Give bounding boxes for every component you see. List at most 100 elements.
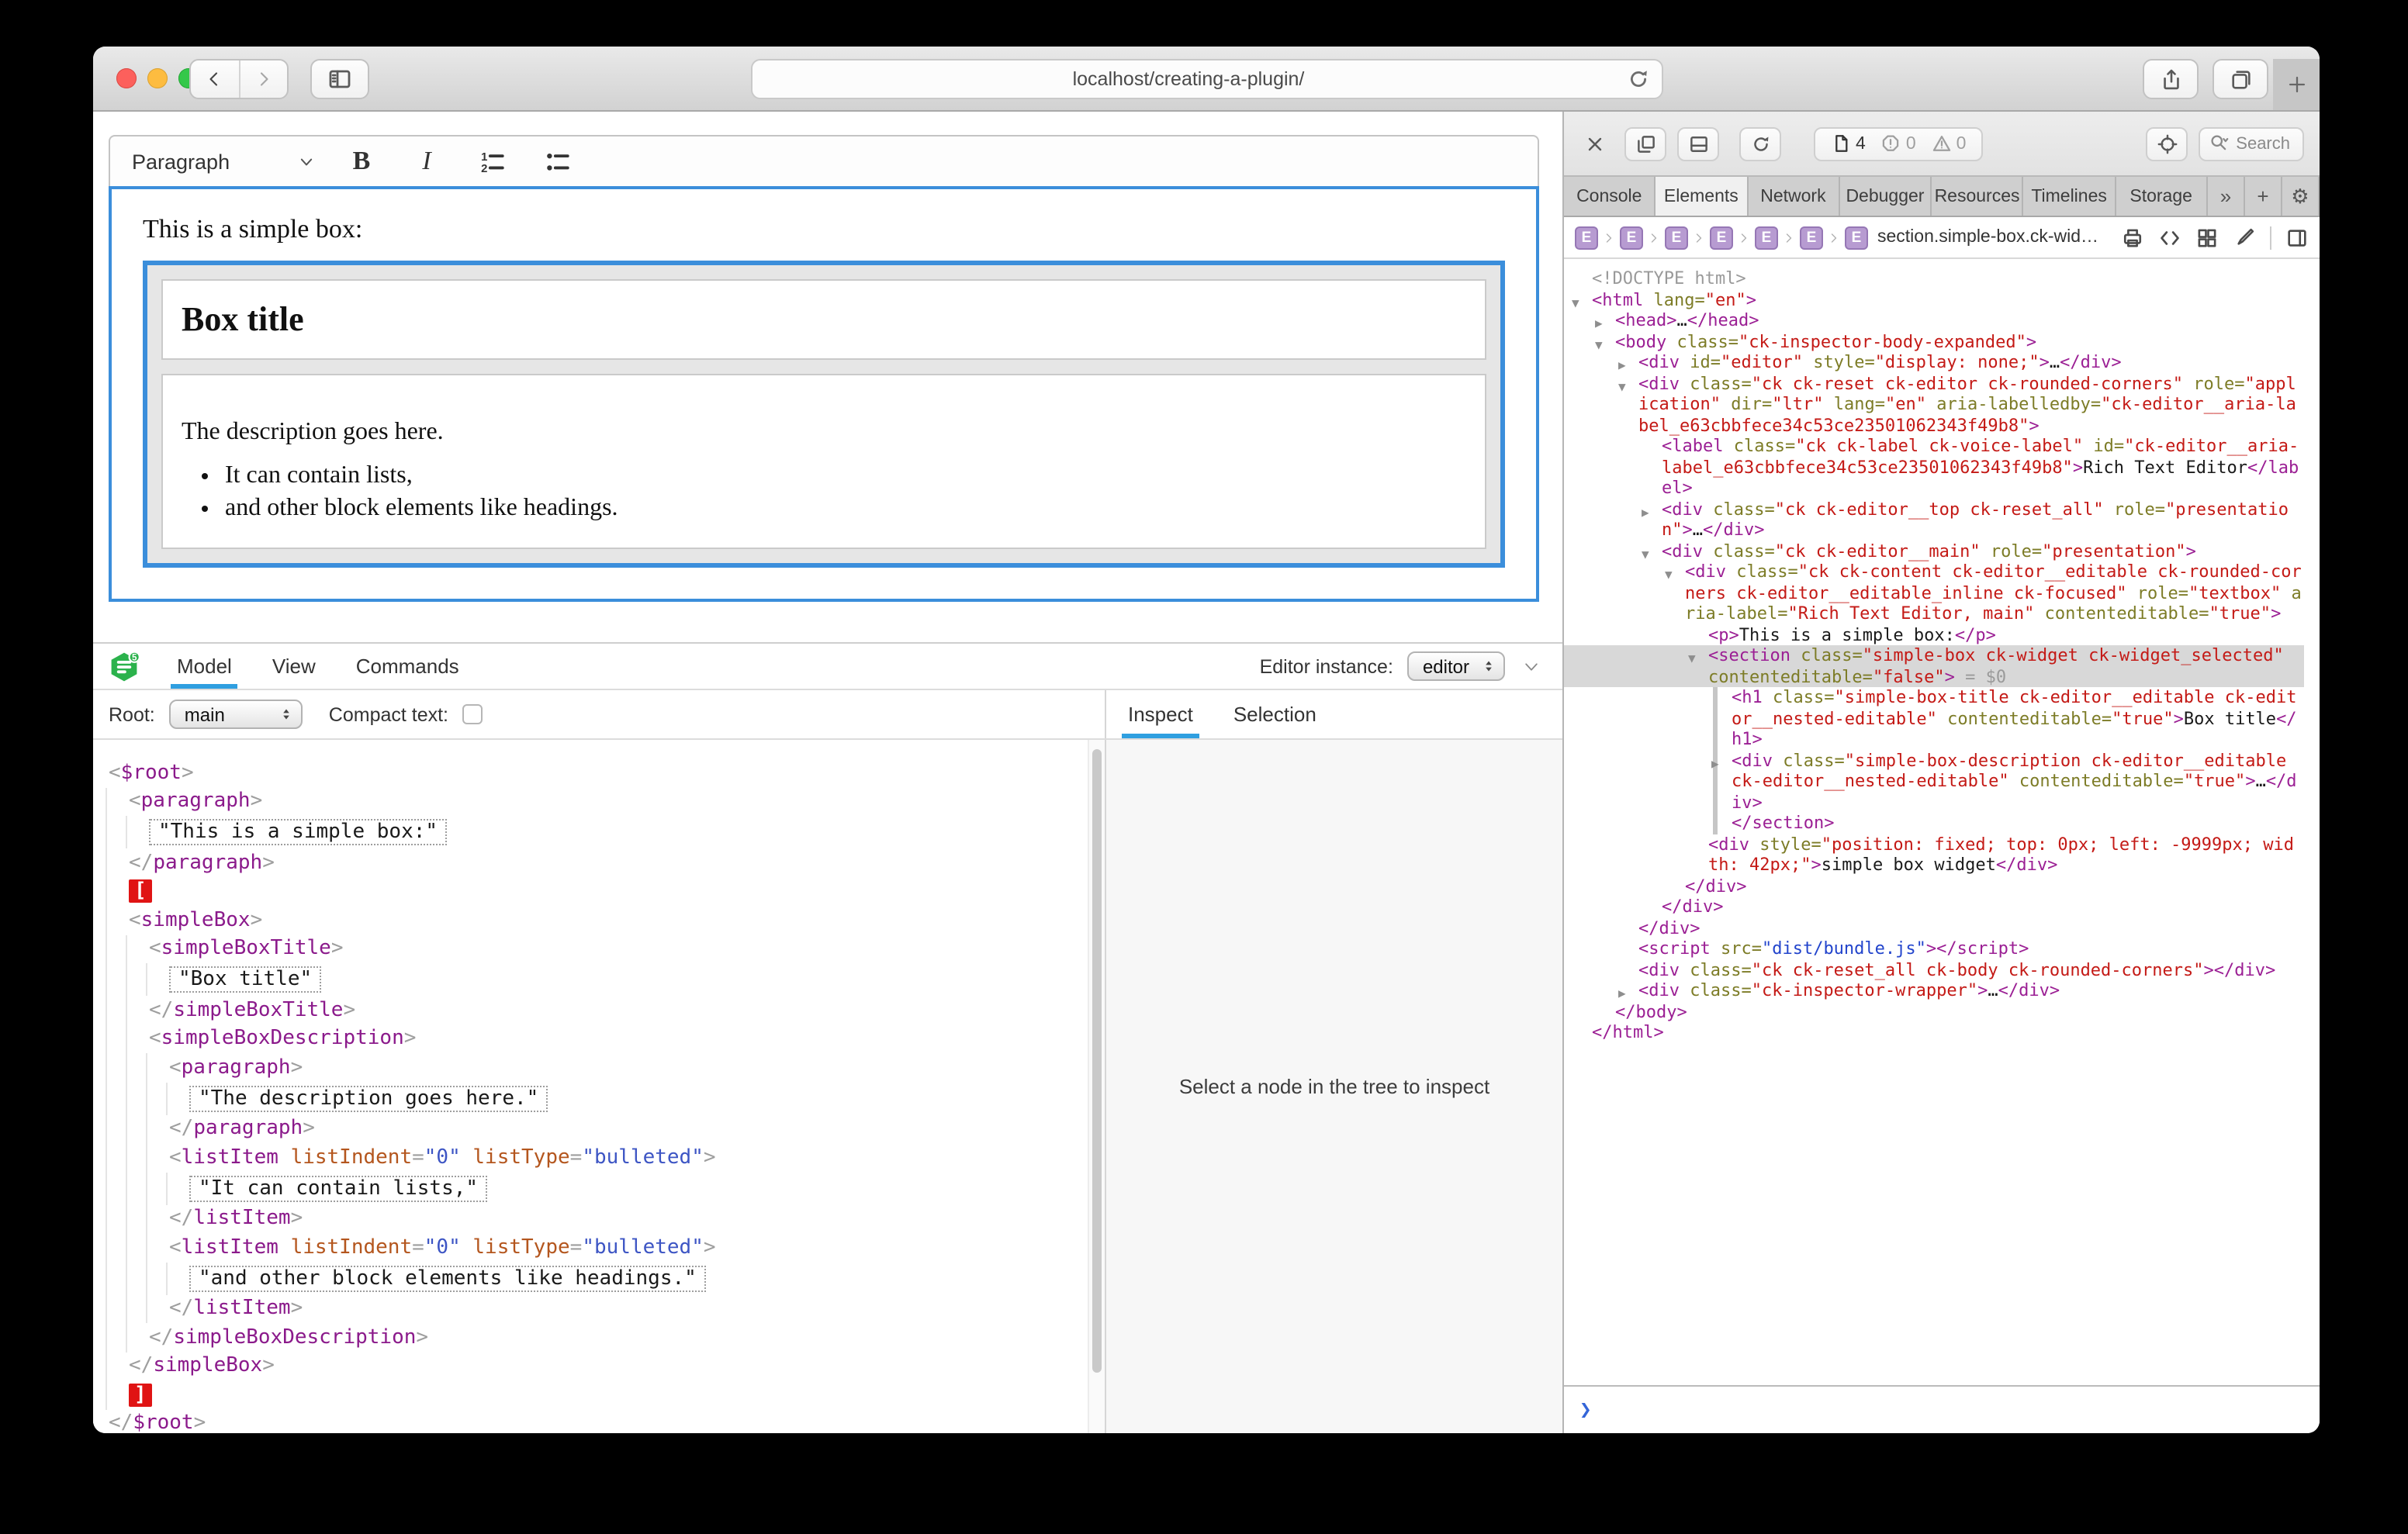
model-tree-row[interactable]: "It can contain lists," [106, 1172, 1080, 1204]
more-tabs-button[interactable]: » [2208, 177, 2245, 216]
dom-tree-row[interactable]: </div> [1564, 917, 2304, 938]
breadcrumb-element-badge[interactable]: E [1845, 226, 1868, 249]
brush-icon[interactable] [2233, 226, 2256, 249]
model-tree-row[interactable]: </paragraph> [106, 1114, 1080, 1143]
reload-page-button[interactable] [1739, 126, 1781, 161]
close-devtools-button[interactable] [1576, 126, 1614, 161]
dom-tree-row[interactable]: <div class="ck ck-reset_all ck-body ck-r… [1564, 959, 2304, 980]
model-tree-row[interactable]: <simpleBox> [106, 906, 1080, 935]
devtools-tab-storage[interactable]: Storage [2116, 177, 2208, 216]
model-tree-row[interactable]: "This is a simple box:" [106, 816, 1080, 848]
model-tree-row[interactable]: </simpleBoxTitle> [106, 996, 1080, 1024]
dom-tree-row[interactable]: </body> [1564, 1001, 2304, 1022]
model-tree-row[interactable]: </simpleBoxDescription> [106, 1323, 1080, 1352]
breadcrumb-element-badge[interactable]: E [1575, 226, 1598, 249]
model-tree-row[interactable]: <paragraph> [106, 787, 1080, 816]
collapse-inspector-button[interactable] [1519, 658, 1544, 674]
box-title-editable[interactable]: Box title [161, 279, 1486, 360]
dom-tree-row[interactable]: </section> [1564, 813, 2304, 834]
share-button[interactable] [2143, 59, 2199, 99]
italic-button[interactable]: I [408, 143, 445, 180]
root-select[interactable]: main [169, 700, 303, 729]
settings-button[interactable]: ⚙ [2282, 177, 2320, 216]
model-tree-row[interactable]: "Box title" [106, 963, 1080, 996]
dom-tree-row[interactable]: ▶<div class="simple-box-description ck-e… [1564, 750, 2304, 813]
model-tree-row[interactable]: ] [106, 1380, 1080, 1409]
breadcrumb-element-badge[interactable]: E [1620, 226, 1643, 249]
resource-summary-button[interactable]: 4 0 0 [1814, 126, 1983, 161]
dom-tree-row[interactable]: </div> [1564, 876, 2304, 897]
code-brackets-icon[interactable] [2158, 226, 2181, 249]
model-tree-row[interactable]: </simpleBox> [106, 1352, 1080, 1380]
quick-console[interactable]: ❯ [1564, 1385, 2320, 1433]
editor-instance-select[interactable]: editor [1407, 651, 1505, 681]
inspector-tab-commands[interactable]: Commands [356, 644, 459, 689]
compact-text-checkbox[interactable] [462, 704, 483, 724]
model-tree-row[interactable]: </paragraph> [106, 848, 1080, 877]
pane-tab-inspect[interactable]: Inspect [1128, 690, 1193, 738]
disclosure-open-icon[interactable]: ▼ [1618, 376, 1626, 397]
disclosure-closed-icon[interactable]: ▶ [1642, 502, 1649, 523]
dom-tree-row[interactable]: ▶<head>…</head> [1564, 310, 2304, 331]
new-tab-button[interactable] [2273, 59, 2320, 110]
inspector-tab-view[interactable]: View [272, 644, 316, 689]
model-tree-row[interactable]: </listItem> [106, 1294, 1080, 1323]
dom-tree-row[interactable]: <div style="position: fixed; top: 0px; l… [1564, 834, 2304, 876]
breadcrumb-current[interactable]: section.simple-box.ck-wid… [1877, 228, 2098, 247]
dom-tree-row[interactable]: ▼<section class="simple-box ck-widget ck… [1564, 645, 2304, 687]
devtools-tab-elements[interactable]: Elements [1656, 177, 1749, 216]
print-icon[interactable] [2121, 226, 2144, 249]
back-button[interactable] [191, 60, 240, 98]
paragraph-style-dropdown[interactable]: Paragraph [132, 150, 315, 173]
simple-box-widget[interactable]: Box title The description goes here. It … [143, 261, 1505, 568]
dom-tree-row[interactable]: <label class="ck ck-label ck-voice-label… [1564, 436, 2304, 499]
disclosure-closed-icon[interactable]: ▶ [1711, 753, 1719, 774]
sidebar-right-icon[interactable] [2285, 226, 2309, 249]
dom-tree-row[interactable]: ▼<html lang="en"> [1564, 289, 2304, 310]
model-tree-row[interactable]: </listItem> [106, 1204, 1080, 1233]
dom-tree-row[interactable]: <h1 class="simple-box-title ck-editor__e… [1564, 687, 2304, 750]
scrollbar-thumb[interactable] [1092, 749, 1102, 1373]
model-tree-row[interactable]: <$root> [106, 758, 1080, 787]
breadcrumb-element-badge[interactable]: E [1755, 226, 1778, 249]
dom-tree-row[interactable]: ▼<body class="ck-inspector-body-expanded… [1564, 331, 2304, 352]
bulleted-list-button[interactable] [538, 143, 576, 180]
address-bar[interactable]: localhost/creating-a-plugin/ [750, 59, 1662, 99]
element-picker-button[interactable] [2146, 126, 2188, 161]
dom-tree-row[interactable]: ▶<div class="ck-inspector-wrapper">…</di… [1564, 980, 2304, 1001]
model-tree-row[interactable]: "The description goes here." [106, 1082, 1080, 1114]
devtools-tab-network[interactable]: Network [1748, 177, 1840, 216]
dom-tree-row[interactable]: ▼<div class="ck ck-content ck-editor__ed… [1564, 561, 2304, 624]
model-tree-row[interactable]: <paragraph> [106, 1053, 1080, 1082]
sidebar-toggle-button[interactable] [310, 59, 369, 99]
minimize-window-button[interactable] [147, 68, 168, 88]
model-tree-row[interactable]: "and other block elements like headings.… [106, 1262, 1080, 1294]
model-tree-row[interactable]: <listItem listIndent="0" listType="bulle… [106, 1143, 1080, 1172]
dom-tree-row[interactable]: </div> [1564, 897, 2304, 917]
dom-tree-row[interactable]: <p>This is a simple box:</p> [1564, 624, 2304, 645]
forward-button[interactable] [240, 60, 287, 98]
disclosure-open-icon[interactable]: ▼ [1688, 648, 1696, 669]
box-description-editable[interactable]: The description goes here. It can contai… [161, 374, 1486, 549]
dock-devtools-button[interactable] [1677, 126, 1719, 161]
model-tree-row[interactable]: <simpleBoxDescription> [106, 1024, 1080, 1053]
devtools-tab-resources[interactable]: Resources [1932, 177, 2024, 216]
dom-tree-row[interactable]: <!DOCTYPE html> [1564, 268, 2304, 289]
model-tree-row[interactable]: <simpleBoxTitle> [106, 935, 1080, 963]
tab-overview-button[interactable] [2213, 59, 2268, 99]
add-tab-button[interactable]: + [2245, 177, 2282, 216]
grid-icon[interactable] [2195, 226, 2219, 249]
detach-devtools-button[interactable] [1624, 126, 1666, 161]
inspector-tab-model[interactable]: Model [177, 644, 232, 689]
disclosure-open-icon[interactable]: ▼ [1665, 565, 1673, 586]
pane-tab-selection[interactable]: Selection [1233, 690, 1316, 738]
numbered-list-button[interactable]: 12 [473, 143, 510, 180]
model-tree-row[interactable]: <listItem listIndent="0" listType="bulle… [106, 1233, 1080, 1262]
reload-icon[interactable] [1625, 67, 1650, 92]
dom-tree-row[interactable]: <script src="dist/bundle.js"></script> [1564, 938, 2304, 959]
box-list-item[interactable]: It can contain lists, [225, 462, 1466, 490]
model-tree-row[interactable]: </$root> [106, 1409, 1080, 1433]
bold-button[interactable]: B [343, 143, 380, 180]
intro-paragraph[interactable]: This is a simple box: [143, 214, 1505, 245]
box-list-item[interactable]: and other block elements like headings. [225, 495, 1466, 523]
